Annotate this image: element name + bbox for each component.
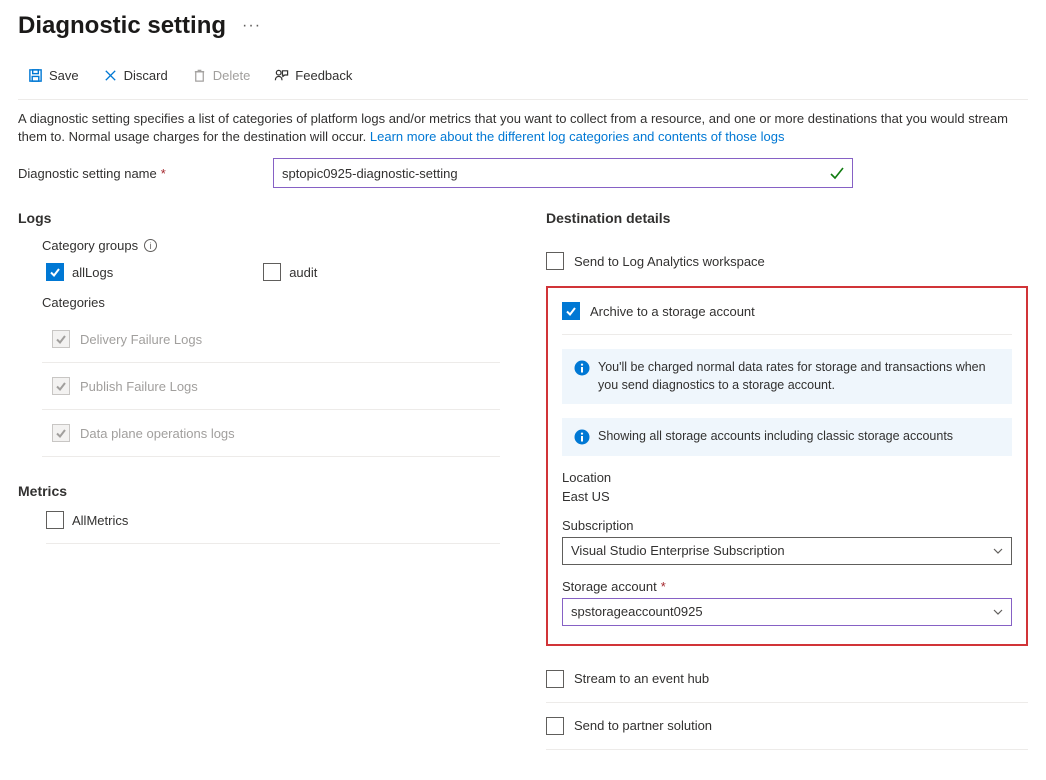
send-law-checkbox[interactable] — [546, 252, 564, 270]
person-chat-icon — [274, 68, 289, 83]
name-label: Diagnostic setting name* — [18, 166, 273, 181]
allmetrics-checkbox[interactable] — [46, 511, 64, 529]
location-label: Location — [562, 470, 1012, 485]
info-icon — [574, 429, 590, 445]
destination-heading: Destination details — [546, 210, 1028, 226]
delete-button: Delete — [182, 62, 261, 89]
subscription-dropdown[interactable]: Visual Studio Enterprise Subscription — [562, 537, 1012, 565]
audit-label: audit — [289, 265, 317, 280]
metrics-heading: Metrics — [18, 483, 500, 499]
info-icon[interactable]: i — [144, 239, 157, 252]
save-icon — [28, 68, 43, 83]
more-icon[interactable]: ··· — [236, 13, 267, 39]
chevron-down-icon — [992, 606, 1004, 618]
close-icon — [103, 68, 118, 83]
subscription-label: Subscription — [562, 518, 1012, 533]
info-banner-charges: You'll be charged normal data rates for … — [562, 349, 1012, 404]
alllogs-label: allLogs — [72, 265, 113, 280]
page-header: Diagnostic setting ··· — [18, 12, 1028, 40]
category-groups-label: Category groups i — [42, 238, 500, 253]
save-button[interactable]: Save — [18, 62, 89, 89]
archive-storage-checkbox[interactable] — [562, 302, 580, 320]
trash-icon — [192, 68, 207, 83]
learn-more-link[interactable]: Learn more about the different log categ… — [370, 129, 785, 144]
category-checkbox-disabled — [52, 377, 70, 395]
alllogs-checkbox[interactable] — [46, 263, 64, 281]
allmetrics-label: AllMetrics — [72, 513, 128, 528]
partner-solution-checkbox[interactable] — [546, 717, 564, 735]
categories-label: Categories — [42, 295, 500, 310]
toolbar: Save Discard Delete Feedback — [18, 58, 1028, 100]
chevron-down-icon — [992, 545, 1004, 557]
audit-checkbox[interactable] — [263, 263, 281, 281]
description-text: A diagnostic setting specifies a list of… — [18, 110, 1028, 146]
discard-button[interactable]: Discard — [93, 62, 178, 89]
storage-account-dropdown[interactable]: spstorageaccount0925 — [562, 598, 1012, 626]
location-value: East US — [562, 489, 1012, 504]
partner-solution-label: Send to partner solution — [574, 718, 712, 733]
page-title: Diagnostic setting — [18, 12, 226, 40]
category-checkbox-disabled — [52, 330, 70, 348]
checkmark-icon — [829, 165, 845, 181]
storage-account-label: Storage account* — [562, 579, 1012, 594]
stream-eventhub-label: Stream to an event hub — [574, 671, 709, 686]
name-row: Diagnostic setting name* — [18, 158, 1028, 188]
archive-storage-label: Archive to a storage account — [590, 304, 755, 319]
archive-section-highlight: Archive to a storage account You'll be c… — [546, 286, 1028, 646]
category-item: Delivery Failure Logs — [42, 320, 500, 363]
send-law-label: Send to Log Analytics workspace — [574, 254, 765, 269]
category-item: Publish Failure Logs — [42, 363, 500, 410]
info-banner-classic: Showing all storage accounts including c… — [562, 418, 1012, 456]
feedback-button[interactable]: Feedback — [264, 62, 362, 89]
diagnostic-name-input[interactable] — [273, 158, 853, 188]
category-checkbox-disabled — [52, 424, 70, 442]
info-icon — [574, 360, 590, 376]
category-item: Data plane operations logs — [42, 410, 500, 457]
stream-eventhub-checkbox[interactable] — [546, 670, 564, 688]
logs-heading: Logs — [18, 210, 500, 226]
